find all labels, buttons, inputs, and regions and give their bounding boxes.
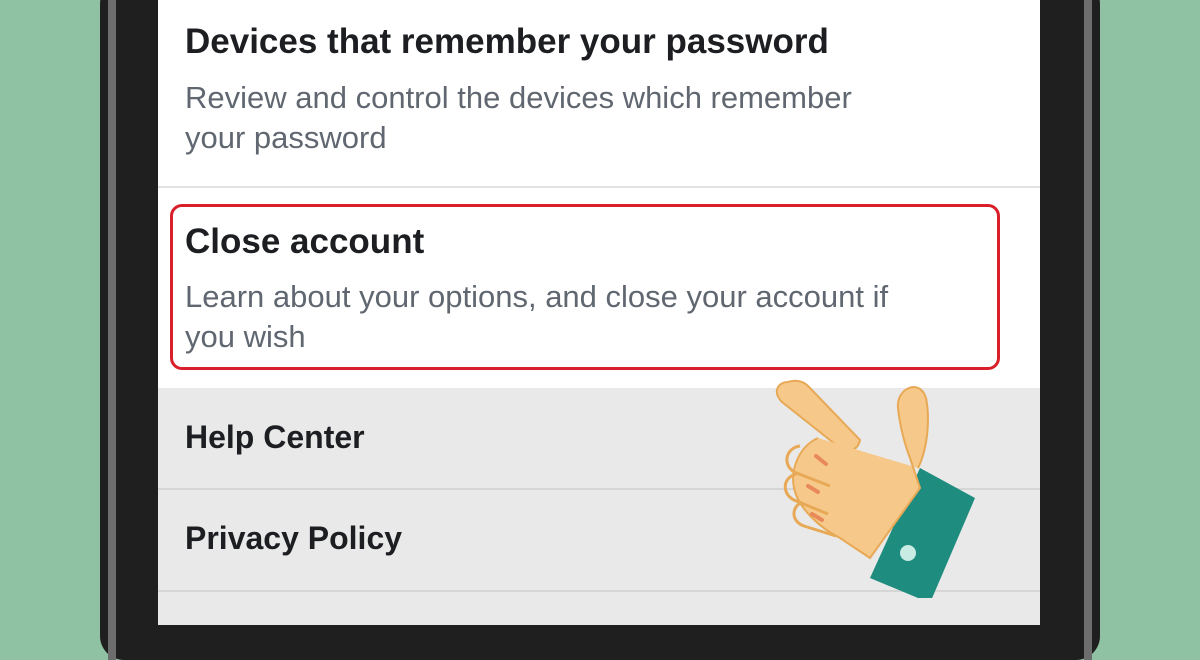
devices-item-description-line2: your password <box>185 120 387 155</box>
phone-bezel-left <box>108 0 116 660</box>
privacy-policy-label: Privacy Policy <box>185 520 403 556</box>
devices-item[interactable]: Devices that remember your password Revi… <box>158 0 1040 187</box>
pointing-hand-icon <box>775 379 975 598</box>
help-center-label: Help Center <box>185 419 365 455</box>
phone-bezel-right <box>1084 0 1092 660</box>
devices-item-description-line1: Review and control the devices which rem… <box>185 80 852 115</box>
close-account-highlight <box>170 204 1000 370</box>
devices-item-title: Devices that remember your password <box>185 22 829 61</box>
